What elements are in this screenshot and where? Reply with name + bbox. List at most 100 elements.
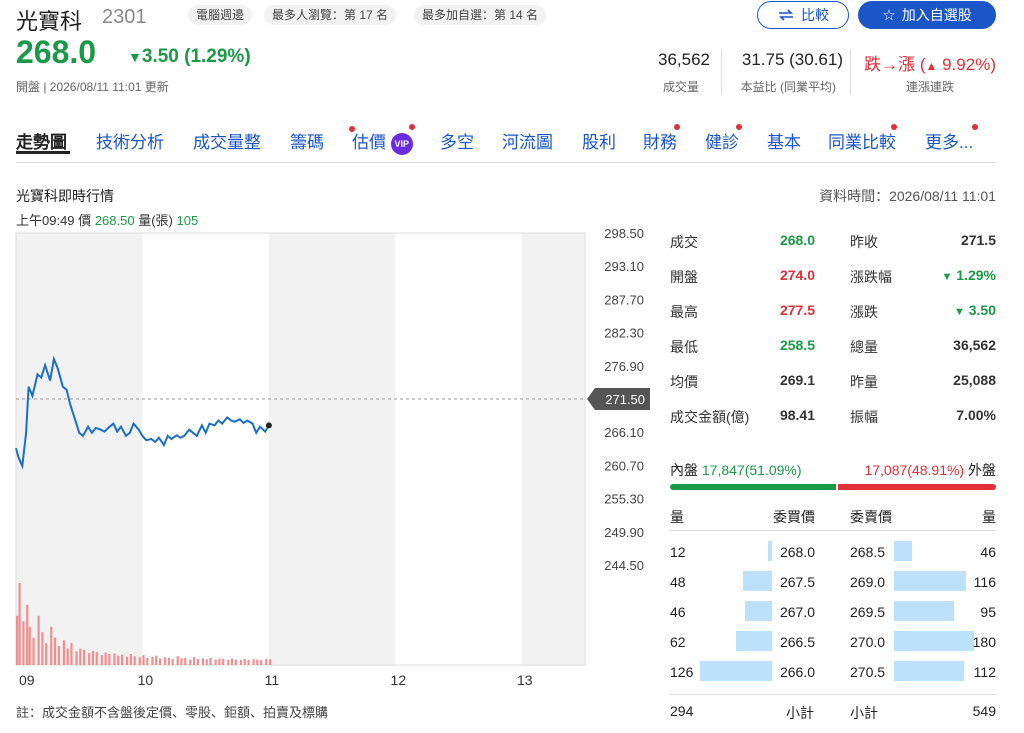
ask-total: 549 xyxy=(972,703,996,719)
tab-peer-compare[interactable]: 同業比較 xyxy=(828,128,896,153)
tab-long-short[interactable]: 多空 xyxy=(440,128,474,153)
quote-row: 均價 269.1 昨量 25,088 xyxy=(670,372,996,407)
compare-icon xyxy=(779,9,793,21)
ask-volume-bar xyxy=(894,661,965,681)
quote-value: 269.1 xyxy=(779,372,815,388)
orderbook-row[interactable]: 126 266.0 270.5 112 xyxy=(670,661,996,694)
tab-bar: 走勢圖 技術分析 成交量整 籌碼 估價 VIP 多空 河流圖 股利 財務 健診 … xyxy=(16,118,996,163)
volume-bar xyxy=(75,651,78,665)
orderbook-row[interactable]: 12 268.0 268.5 46 xyxy=(670,541,996,574)
volume-bar xyxy=(155,655,158,665)
tab-valuation[interactable]: 估價 VIP xyxy=(352,128,413,155)
price-change: ▼3.50 (1.29%) xyxy=(128,46,251,67)
tab-more[interactable]: 更多... xyxy=(925,128,973,153)
volume-bar xyxy=(163,657,167,665)
in-out-ratio-bar xyxy=(670,484,996,490)
ask-volume-bar xyxy=(894,541,912,561)
orderbook-row[interactable]: 48 267.5 269.0 116 xyxy=(670,571,996,604)
volume-bar xyxy=(193,657,196,665)
bid-price: 267.5 xyxy=(779,574,815,590)
orderbook-header: 量 委買價 委賣價 量 xyxy=(670,507,996,537)
orderbook-total: 294 小計 小計 549 xyxy=(670,703,996,733)
y-tick-label: 255.30 xyxy=(604,492,644,507)
chart-band xyxy=(395,233,522,665)
tab-basic[interactable]: 基本 xyxy=(767,128,801,153)
new-dot xyxy=(972,124,978,130)
volume-bar xyxy=(201,658,205,665)
ask-qty: 95 xyxy=(980,604,996,620)
ask-price: 269.0 xyxy=(850,574,886,590)
divider xyxy=(670,530,996,531)
pe-label: 本益比 (同業平均) xyxy=(740,80,836,94)
volume-bar xyxy=(104,652,107,665)
quote-value: 36,562 xyxy=(953,337,996,353)
quote-label: 均價 xyxy=(670,374,698,390)
bid-price: 266.0 xyxy=(779,664,815,680)
add-watchlist-button[interactable]: ☆ 加入自選股 xyxy=(858,1,996,29)
down-arrow-icon: ▼ xyxy=(941,271,953,283)
industry-tag[interactable]: 電腦週邊 xyxy=(188,5,253,25)
bid-qty: 62 xyxy=(670,634,686,650)
bid-qty: 46 xyxy=(670,604,686,620)
bid-volume-bar xyxy=(736,631,772,651)
bid-header: 委買價 xyxy=(773,509,815,525)
volume-bar xyxy=(26,604,29,665)
tab-chips[interactable]: 籌碼 xyxy=(290,128,324,153)
qty-header: 量 xyxy=(670,509,684,525)
quote-label: 總量 xyxy=(850,339,878,355)
ask-qty: 116 xyxy=(973,574,996,590)
volume-bar xyxy=(176,656,179,665)
ask-price: 270.0 xyxy=(850,634,886,650)
pe-value: 31.75 (30.61) xyxy=(741,50,843,69)
new-dot xyxy=(736,124,742,130)
volume-bar xyxy=(260,660,263,665)
tab-volume-profile[interactable]: 成交量整 xyxy=(193,128,261,153)
streak-value: 跌→漲 (▲ 9.92%) xyxy=(864,55,996,74)
most-watched-tag[interactable]: 最多加自選：第 14 名 xyxy=(414,5,547,25)
tab-diagnosis[interactable]: 健診 xyxy=(705,128,739,153)
last-price-dot xyxy=(265,422,272,429)
orderbook-row[interactable]: 46 267.0 269.5 95 xyxy=(670,601,996,634)
compare-button[interactable]: 比較 xyxy=(757,1,849,29)
tab-dividend[interactable]: 股利 xyxy=(582,128,616,153)
volume-bar xyxy=(53,637,57,665)
inner-bar xyxy=(670,484,836,490)
x-tick-label: 10 xyxy=(138,672,154,688)
volume-bar xyxy=(79,648,82,665)
ask-qty: 180 xyxy=(972,634,996,650)
volume-bar xyxy=(138,657,141,665)
ask-volume-bar xyxy=(894,631,974,651)
most-viewed-tag[interactable]: 最多人瀏覽：第 17 名 xyxy=(264,5,397,25)
ask-qty: 112 xyxy=(973,664,996,680)
orderbook-row[interactable]: 62 266.5 270.0 180 xyxy=(670,631,996,664)
footnote: 註：成交金額不含盤後定價、零股、鉅額、拍賣及標購 xyxy=(16,705,329,720)
quote-row: 開盤 274.0 漲跌幅 ▼ 1.29% xyxy=(670,267,996,302)
y-tick-label: 282.30 xyxy=(604,326,644,341)
subtotal-label: 小計 xyxy=(786,705,814,721)
volume-label: 成交量 xyxy=(662,80,699,94)
tab-trend[interactable]: 走勢圖 xyxy=(16,128,70,154)
y-tick-label: 298.50 xyxy=(604,226,644,241)
tab-river-chart[interactable]: 河流圖 xyxy=(502,128,553,153)
quote-value-text: 7.00% xyxy=(956,407,996,423)
inner-volume: 內盤 17,847(51.09%) xyxy=(670,462,802,478)
tab-financial[interactable]: 財務 xyxy=(643,128,677,153)
quote-value-text: 25,088 xyxy=(953,372,996,388)
outer-bar xyxy=(837,484,996,490)
quote-label: 振幅 xyxy=(850,409,878,425)
outer-volume: 17,087(48.91%) 外盤 xyxy=(864,462,996,478)
volume-bar xyxy=(227,659,230,665)
x-tick-label: 13 xyxy=(517,672,533,688)
intraday-chart[interactable]: 298.50 293.10 287.70 282.30 276.90 266.10 260.… xyxy=(0,225,660,700)
volume-bar xyxy=(256,659,259,665)
reference-label: 271.50 xyxy=(605,392,645,407)
new-dot xyxy=(891,124,897,130)
volume-bar xyxy=(142,655,145,665)
current-price: 268.0 xyxy=(16,34,97,70)
ask-header: 委賣價 xyxy=(850,509,892,525)
volume-bar xyxy=(37,615,40,665)
volume-bar xyxy=(189,659,192,665)
quote-label: 漲跌幅 xyxy=(850,269,892,285)
compare-label: 比較 xyxy=(801,7,829,23)
tab-technical[interactable]: 技術分析 xyxy=(96,128,164,153)
